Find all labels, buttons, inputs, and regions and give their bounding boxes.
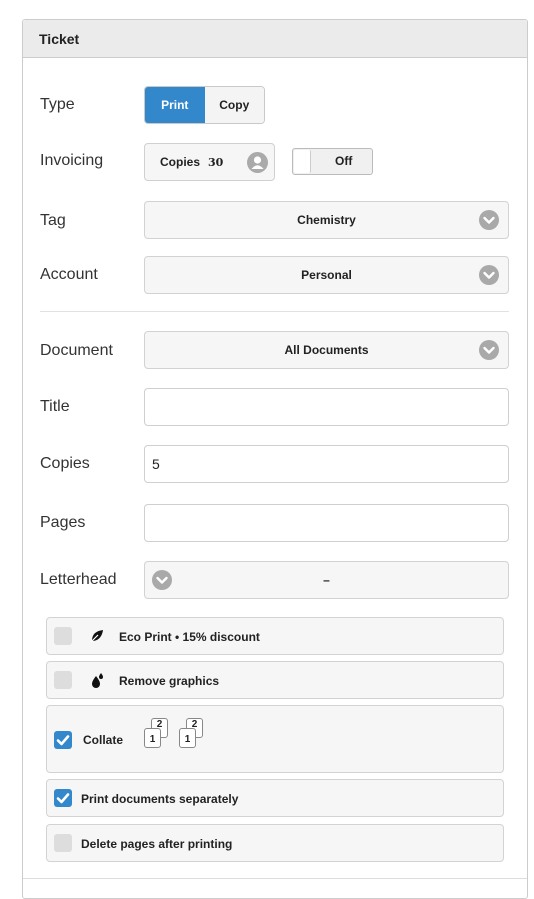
footer-divider (23, 878, 527, 879)
collate-option[interactable]: Collate 2 1 2 1 (46, 705, 504, 773)
section-divider (40, 311, 509, 312)
leaf-icon (90, 629, 104, 646)
invoicing-label: Invoicing (40, 152, 104, 169)
title-label: Title (40, 398, 70, 415)
eco-print-checkbox[interactable] (54, 627, 72, 645)
type-print-button[interactable]: Print (145, 87, 205, 123)
toggle-knob[interactable] (294, 150, 311, 173)
remove-graphics-option[interactable]: Remove graphics (46, 661, 504, 699)
ticket-panel: Ticket Type Print Copy Invoicing Copies 3… (22, 19, 528, 899)
user-icon (247, 152, 268, 173)
copies-input[interactable]: 5 (144, 445, 509, 483)
account-select-value: Personal (301, 268, 352, 282)
invoicing-toggle[interactable]: Off (292, 148, 373, 175)
type-label: Type (40, 96, 75, 113)
delete-after-checkbox[interactable] (54, 834, 72, 852)
tag-label: Tag (40, 212, 66, 229)
toggle-label: Off (335, 154, 353, 168)
chevron-down-icon (152, 570, 172, 590)
pages-label: Pages (40, 514, 86, 531)
chevron-down-icon (479, 210, 499, 230)
account-label: Account (40, 266, 98, 283)
eco-print-option[interactable]: Eco Print • 15% discount (46, 617, 504, 655)
remove-graphics-label: Remove graphics (119, 674, 220, 688)
eco-print-label: Eco Print • 15% discount (119, 630, 260, 644)
pages-input[interactable] (144, 504, 509, 542)
panel-title: Ticket (23, 20, 527, 58)
remove-graphics-checkbox[interactable] (54, 671, 72, 689)
type-copy-button[interactable]: Copy (204, 87, 264, 123)
letterhead-select-value: – (323, 573, 330, 587)
account-select[interactable]: Personal (144, 256, 509, 294)
invoicing-copies-button[interactable]: Copies 30 (144, 143, 275, 181)
page-1-icon: 1 (144, 728, 161, 748)
title-input[interactable] (144, 388, 509, 426)
print-separately-checkbox[interactable] (54, 789, 72, 807)
type-segmented-control: Print Copy (144, 86, 265, 124)
print-separately-label: Print documents separately (81, 792, 239, 806)
delete-after-label: Delete pages after printing (81, 837, 233, 851)
invoicing-copies-label: Copies (160, 155, 201, 169)
copies-label: Copies (40, 455, 90, 472)
letterhead-label: Letterhead (40, 571, 117, 588)
document-label: Document (40, 342, 113, 359)
chevron-down-icon (479, 340, 499, 360)
page-1-icon: 1 (179, 728, 196, 748)
collate-checkbox[interactable] (54, 731, 72, 749)
document-select[interactable]: All Documents (144, 331, 509, 369)
collate-label: Collate (83, 733, 124, 747)
tag-select-value: Chemistry (297, 213, 356, 227)
tag-select[interactable]: Chemistry (144, 201, 509, 239)
document-select-value: All Documents (284, 343, 369, 357)
letterhead-select[interactable]: – (144, 561, 509, 599)
ink-drops-icon (90, 672, 104, 691)
invoicing-copies-count: 30 (208, 156, 224, 169)
chevron-down-icon (479, 265, 499, 285)
delete-after-option[interactable]: Delete pages after printing (46, 824, 504, 862)
print-separately-option[interactable]: Print documents separately (46, 779, 504, 817)
